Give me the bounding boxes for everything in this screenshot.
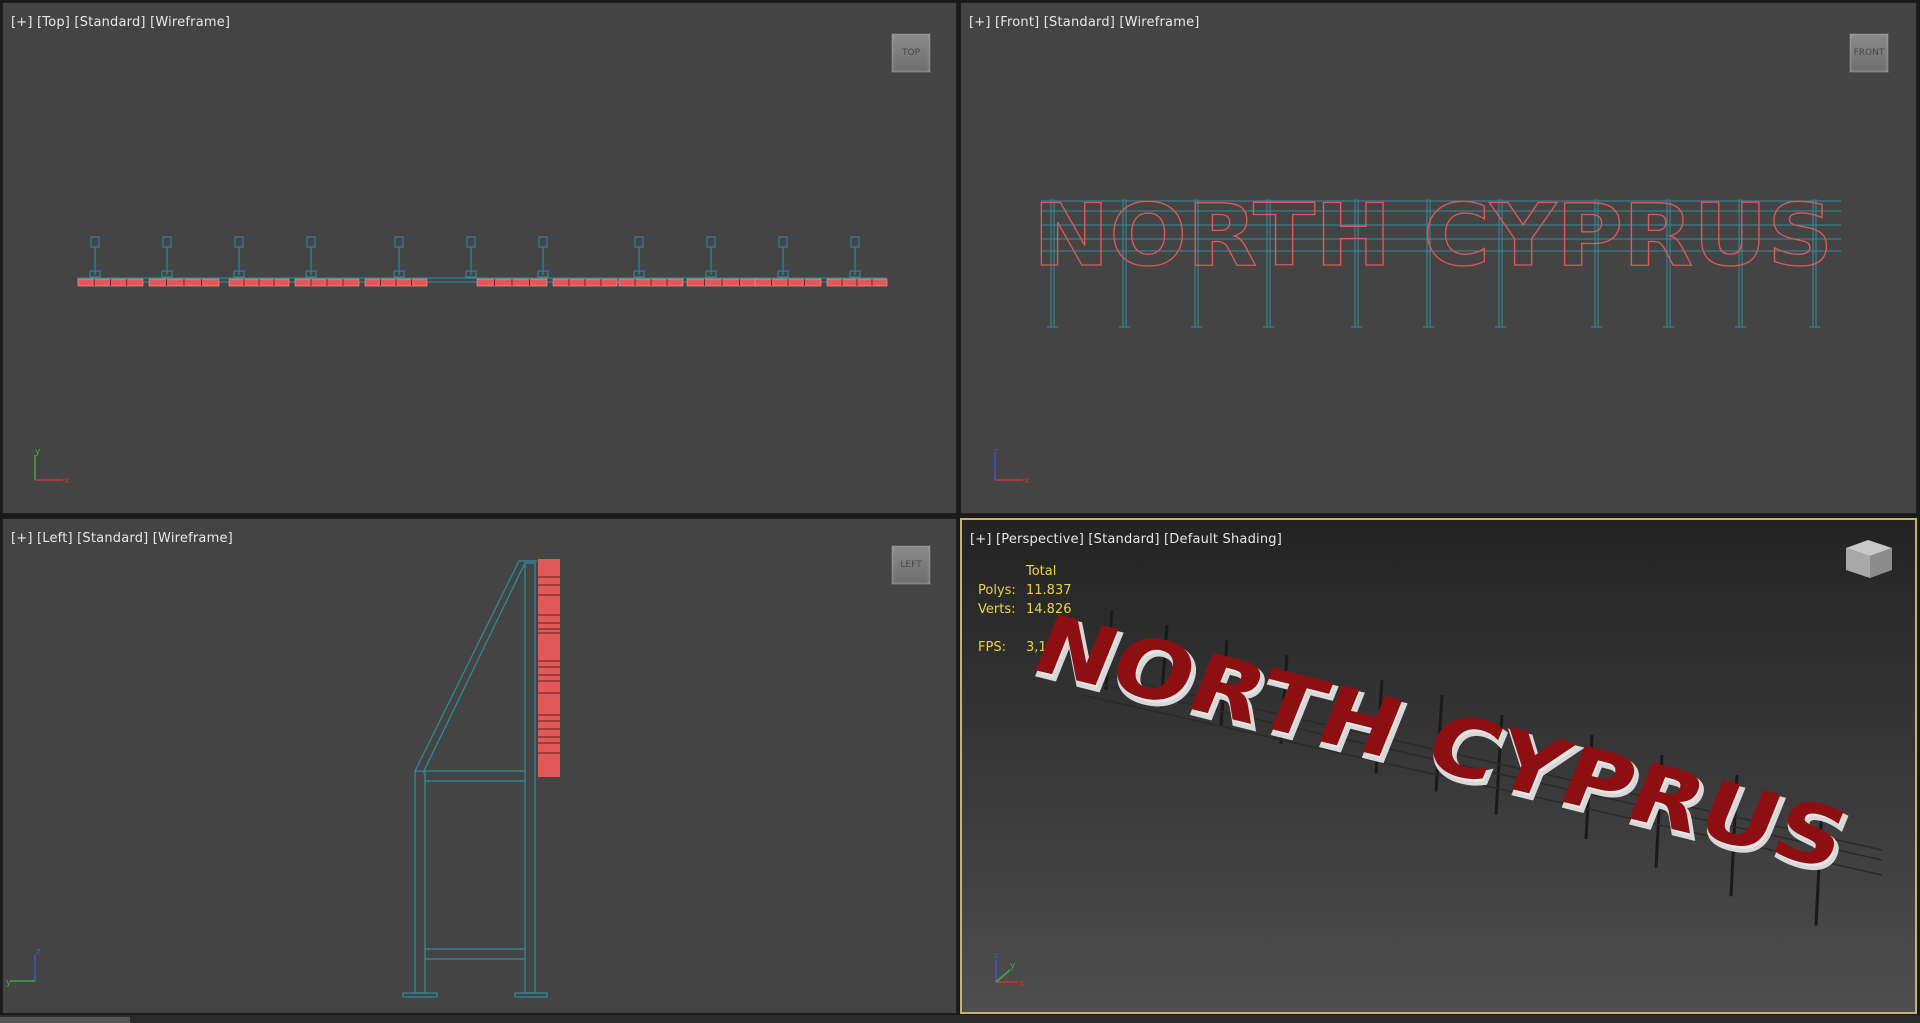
sign-text-3d: NORTH CYPRUS NORTH CYPRUS (1020, 598, 1865, 894)
top-wireframe: y x (34, 236, 888, 486)
perspective-render: NORTH CYPRUS NORTH CYPRUS z x y (994, 540, 1892, 989)
svg-text:z: z (994, 951, 999, 961)
sign-text-face: NORTH CYPRUS (1020, 598, 1861, 887)
axis-gizmo: z x y (994, 951, 1025, 989)
viewport-left[interactable]: [+] [Left] [Standard] [Wireframe] LEFT z… (2, 518, 957, 1014)
post-cap (234, 236, 244, 248)
post-cap (706, 236, 716, 248)
post-cap (850, 236, 860, 248)
post-cap (306, 236, 316, 248)
sign-panel (538, 559, 560, 777)
axis-gizmo: z x (993, 447, 1030, 486)
support-frame (402, 560, 548, 998)
post-cap (394, 236, 404, 248)
svg-text:y: y (35, 447, 41, 457)
post-cap (466, 236, 476, 248)
post-cap (778, 236, 788, 248)
svg-text:x: x (1019, 979, 1025, 989)
post-cap (90, 236, 100, 248)
svg-text:y: y (6, 978, 12, 988)
status-tab[interactable] (0, 1017, 130, 1023)
front-wireframe: NORTH CYPRUS z x (993, 185, 1841, 486)
letter-outlines (77, 278, 888, 287)
viewport-perspective[interactable]: [+] [Perspective] [Standard] [Default Sh… (960, 518, 1917, 1014)
left-wireframe: z y (6, 559, 560, 998)
svg-text:y: y (1010, 961, 1016, 971)
sign-text-outline: NORTH CYPRUS (1033, 186, 1833, 286)
svg-text:z: z (36, 947, 41, 957)
axis-gizmo: z y (6, 947, 41, 988)
axis-gizmo: y x (34, 447, 70, 486)
viewport-top[interactable]: [+] [Top] [Standard] [Wireframe] TOP y x (2, 2, 957, 514)
viewport-front[interactable]: [+] [Front] [Standard] [Wireframe] FRONT… (960, 2, 1917, 514)
post-cap (634, 236, 644, 248)
viewcube-perspective[interactable] (1846, 540, 1892, 578)
post-cap (538, 236, 548, 248)
svg-text:x: x (64, 476, 70, 486)
svg-text:x: x (1024, 476, 1030, 486)
support-posts (89, 236, 861, 278)
status-bar (0, 1015, 1920, 1023)
post-cap (162, 236, 172, 248)
svg-text:z: z (993, 447, 998, 457)
